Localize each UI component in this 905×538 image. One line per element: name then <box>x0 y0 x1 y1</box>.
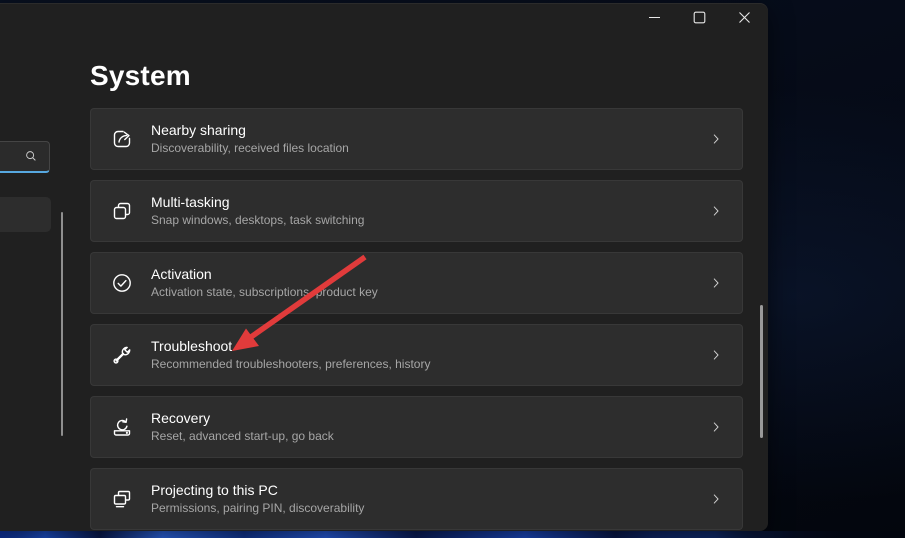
maximize-icon <box>693 11 706 27</box>
search-input[interactable] <box>0 141 50 173</box>
settings-row-activation[interactable]: Activation Activation state, subscriptio… <box>90 252 743 314</box>
nearby-sharing-icon <box>110 127 134 151</box>
settings-row-projecting[interactable]: Projecting to this PC Permissions, pairi… <box>90 468 743 530</box>
settings-row-recovery[interactable]: Recovery Reset, advanced start-up, go ba… <box>90 396 743 458</box>
minimize-button[interactable] <box>632 3 677 35</box>
row-title: Multi-tasking <box>151 194 364 211</box>
content-scrollbar[interactable] <box>760 305 763 438</box>
activation-icon <box>110 271 134 295</box>
row-subtitle: Reset, advanced start-up, go back <box>151 429 334 444</box>
chevron-right-icon <box>709 492 723 506</box>
page-title: System <box>90 60 191 92</box>
settings-window: System Nearby sharing Discoverability, r… <box>0 3 768 531</box>
desktop-wallpaper-strip <box>0 531 905 538</box>
settings-list: Nearby sharing Discoverability, received… <box>90 108 743 531</box>
chevron-right-icon <box>709 420 723 434</box>
minimize-icon <box>648 11 661 27</box>
row-subtitle: Snap windows, desktops, task switching <box>151 213 364 228</box>
row-subtitle: Permissions, pairing PIN, discoverabilit… <box>151 501 364 516</box>
settings-row-multitasking[interactable]: Multi-tasking Snap windows, desktops, ta… <box>90 180 743 242</box>
chevron-right-icon <box>709 348 723 362</box>
row-subtitle: Discoverability, received files location <box>151 141 349 156</box>
row-title: Activation <box>151 266 378 283</box>
chevron-right-icon <box>709 204 723 218</box>
row-subtitle: Activation state, subscriptions, product… <box>151 285 378 300</box>
row-title: Projecting to this PC <box>151 482 364 499</box>
maximize-button[interactable] <box>677 3 722 35</box>
multitasking-icon <box>110 199 134 223</box>
close-icon <box>738 11 751 27</box>
close-button[interactable] <box>722 3 767 35</box>
projecting-icon <box>110 487 134 511</box>
row-title: Nearby sharing <box>151 122 349 139</box>
sidebar-scrollbar[interactable] <box>61 212 63 436</box>
troubleshoot-icon <box>110 343 134 367</box>
row-title: Recovery <box>151 410 334 427</box>
search-icon <box>24 149 38 163</box>
row-title: Troubleshoot <box>151 338 430 355</box>
settings-row-troubleshoot[interactable]: Troubleshoot Recommended troubleshooters… <box>90 324 743 386</box>
row-subtitle: Recommended troubleshooters, preferences… <box>151 357 430 372</box>
window-titlebar[interactable] <box>0 3 768 37</box>
chevron-right-icon <box>709 276 723 290</box>
recovery-icon <box>110 415 134 439</box>
sidebar-item-system[interactable] <box>0 197 51 232</box>
settings-row-nearby-sharing[interactable]: Nearby sharing Discoverability, received… <box>90 108 743 170</box>
chevron-right-icon <box>709 132 723 146</box>
window-controls <box>632 3 767 35</box>
